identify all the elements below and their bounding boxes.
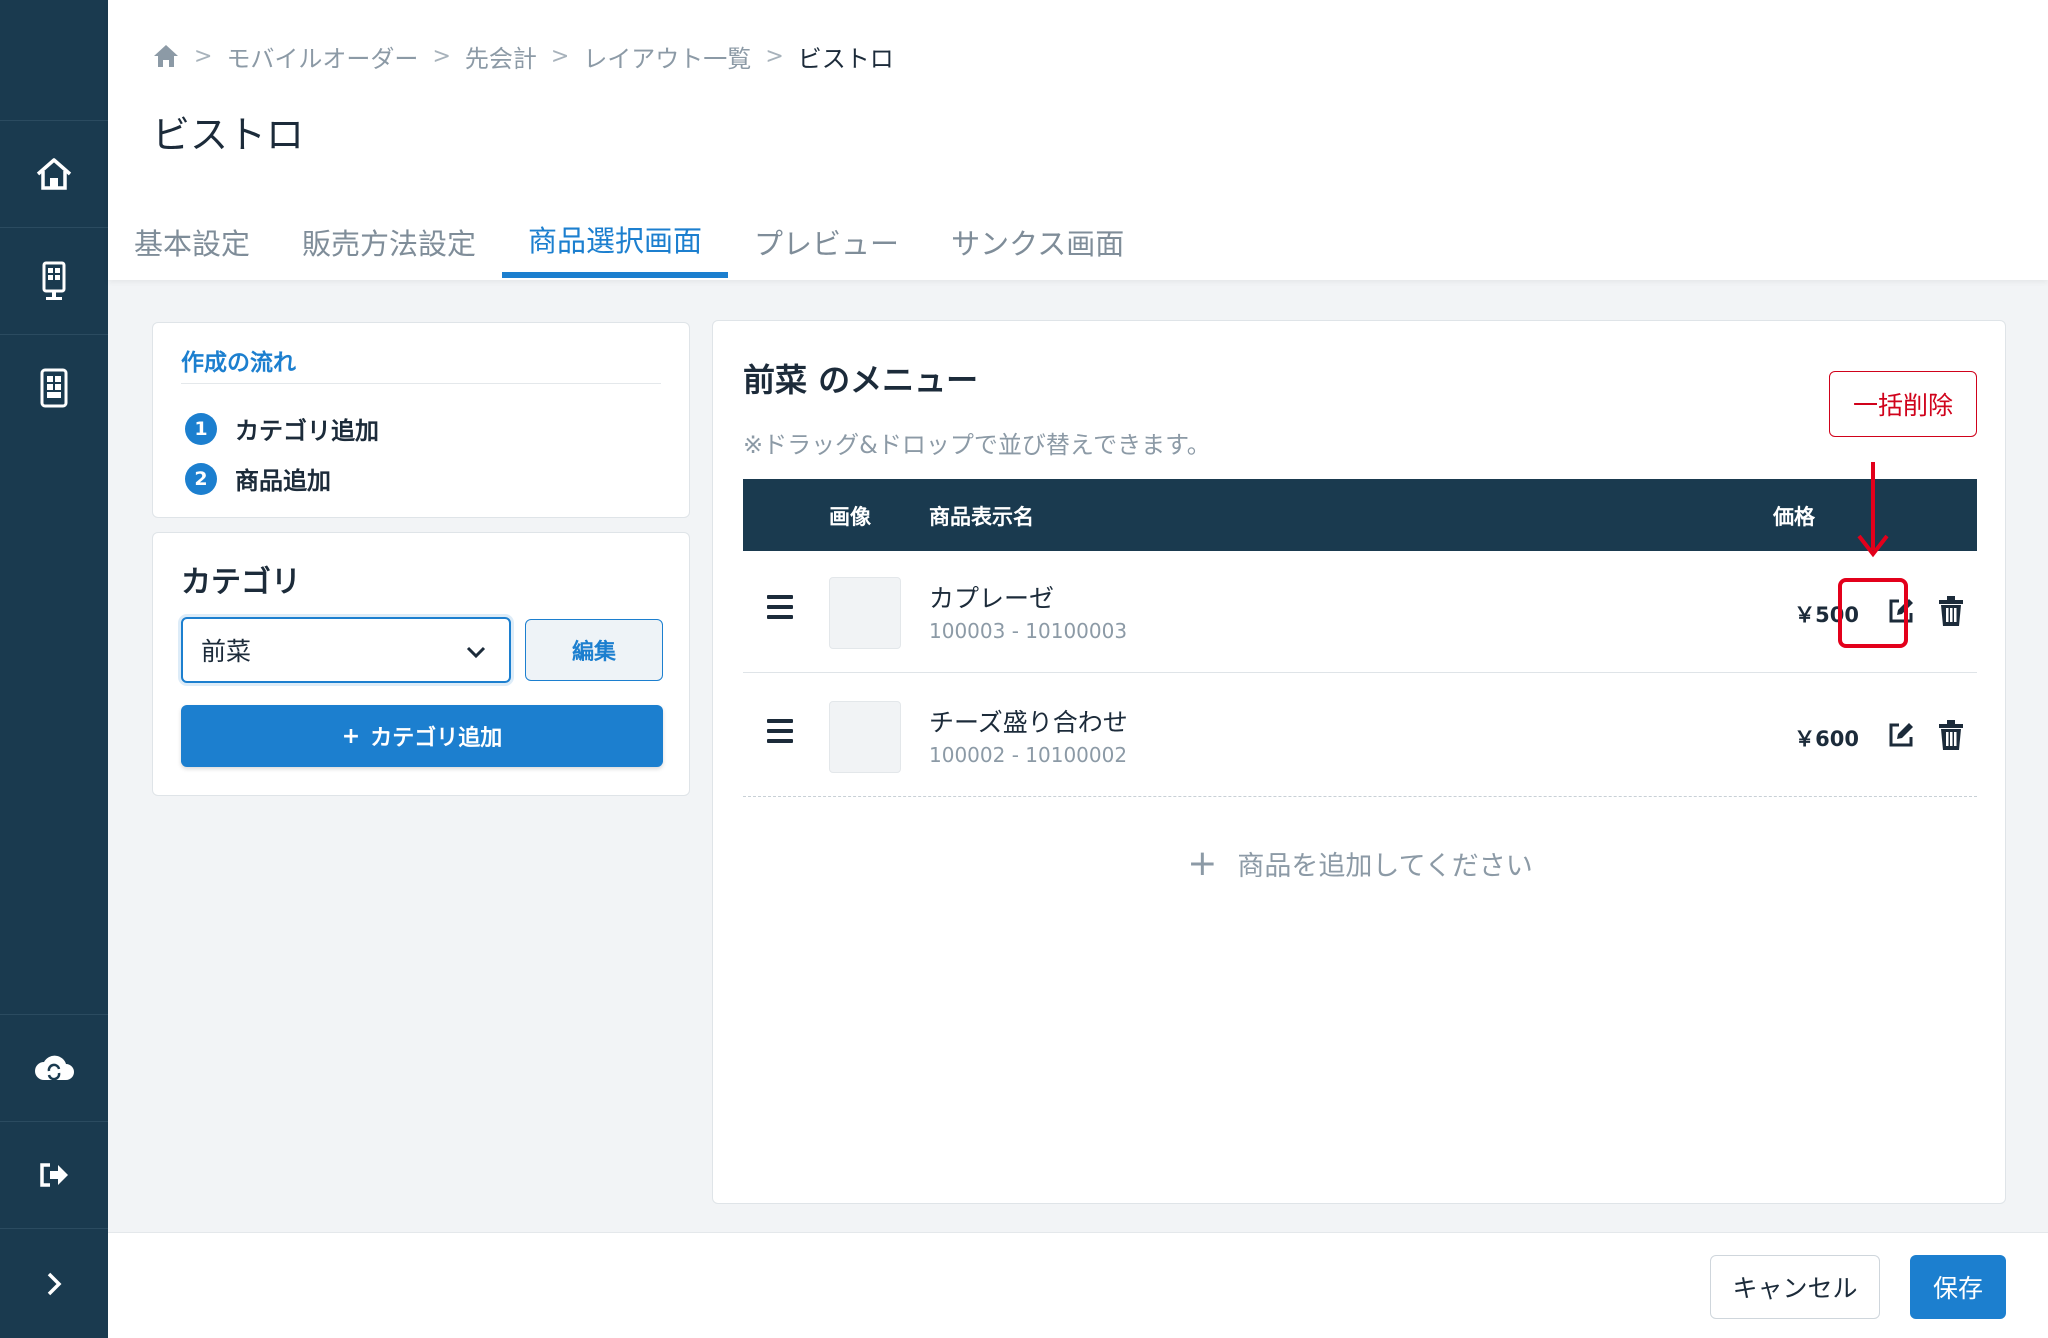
category-card: カテゴリ 前菜 編集 + カテゴリ追加	[152, 532, 690, 796]
home-icon	[36, 157, 72, 190]
category-title: カテゴリ	[181, 565, 301, 600]
trash-icon	[1939, 596, 1963, 626]
table-row: チーズ盛り合わせ 100002 - 10100002 ￥600	[743, 675, 1977, 797]
product-image	[829, 701, 901, 773]
tab-sales-method[interactable]: 販売方法設定	[276, 206, 502, 278]
table-row: カプレーゼ 100003 - 10100003 ￥500	[743, 551, 1977, 673]
creation-flow-card: 作成の流れ 1 カテゴリ追加 2 商品追加	[152, 322, 690, 518]
annotation-arrow-icon	[1857, 462, 1889, 558]
flow-title: 作成の流れ	[181, 350, 296, 376]
kiosk-icon	[42, 261, 66, 300]
product-code: 100003 - 10100003	[929, 619, 1128, 643]
breadcrumb-separator: >	[194, 43, 213, 69]
edit-product-button[interactable]	[1883, 717, 1919, 753]
step-label: カテゴリ追加	[235, 417, 379, 445]
table-header: 画像 商品表示名 価格	[743, 479, 1977, 551]
chevron-right-icon	[47, 1272, 62, 1295]
breadcrumb-item-prepay[interactable]: 先会計	[465, 39, 537, 74]
breadcrumb-separator: >	[550, 43, 570, 69]
cancel-button[interactable]: キャンセル	[1710, 1255, 1880, 1319]
sidebar-item-kiosk[interactable]	[0, 227, 108, 333]
tab-thanks-screen[interactable]: サンクス画面	[925, 206, 1150, 278]
add-product-button[interactable]: + 商品を追加してください	[713, 843, 2007, 884]
annotation-highlight-box	[1838, 578, 1908, 648]
flow-step-1: 1 カテゴリ追加	[185, 411, 379, 446]
tab-preview[interactable]: プレビュー	[728, 206, 925, 278]
step-number: 2	[185, 462, 217, 495]
menu-card: 前菜 のメニュー ※ドラッグ&ドロップで並び替えできます。 一括削除 画像 商品…	[712, 320, 2006, 1204]
product-name: カプレーゼ	[929, 584, 1055, 613]
breadcrumb-current: ビストロ	[797, 44, 894, 73]
bulk-delete-button[interactable]: 一括削除	[1829, 371, 1977, 437]
breadcrumb: > モバイルオーダー > 先会計 > レイアウト一覧 > ビストロ	[152, 38, 894, 74]
sidebar-item-tablet[interactable]	[0, 334, 108, 440]
add-category-label: カテゴリ追加	[370, 726, 503, 751]
delete-product-button[interactable]	[1933, 717, 1969, 753]
chevron-down-icon	[466, 646, 486, 659]
category-select-value: 前菜	[201, 637, 252, 666]
category-edit-button[interactable]: 編集	[525, 619, 663, 681]
cloud-sync-icon	[35, 1055, 74, 1080]
plus-icon: +	[341, 723, 361, 749]
breadcrumb-separator: >	[765, 43, 784, 69]
column-header-name: 商品表示名	[929, 505, 1034, 529]
step-number: 1	[185, 412, 217, 445]
breadcrumb-item-layout-list[interactable]: レイアウト一覧	[583, 39, 751, 74]
column-header-image: 画像	[829, 505, 871, 529]
step-label: 商品追加	[235, 467, 331, 495]
add-product-label: 商品を追加してください	[1237, 851, 1533, 882]
product-image	[829, 577, 901, 649]
flow-step-2: 2 商品追加	[185, 461, 331, 496]
footer-bar: キャンセル 保存	[108, 1232, 2048, 1338]
drag-handle-icon[interactable]	[767, 595, 793, 625]
breadcrumb-separator: >	[432, 43, 451, 69]
tab-bar: 基本設定 販売方法設定 商品選択画面 プレビュー サンクス画面	[108, 206, 1150, 278]
top-header: > モバイルオーダー > 先会計 > レイアウト一覧 > ビストロ ビストロ 基…	[108, 0, 2048, 280]
product-price: ￥600	[1794, 727, 1859, 751]
tablet-icon	[40, 368, 68, 407]
page-title: ビストロ	[152, 113, 305, 157]
sidebar	[0, 0, 108, 1338]
plus-icon: +	[1187, 843, 1218, 884]
tab-basic-settings[interactable]: 基本設定	[108, 206, 276, 278]
delete-product-button[interactable]	[1933, 593, 1969, 629]
sidebar-item-logout[interactable]	[0, 1121, 108, 1227]
sidebar-item-sync[interactable]	[0, 1014, 108, 1120]
breadcrumb-home-icon[interactable]	[152, 42, 180, 70]
product-code: 100002 - 10100002	[929, 743, 1128, 767]
edit-icon	[1889, 723, 1913, 747]
menu-title: 前菜 のメニュー	[743, 361, 979, 399]
logout-icon	[40, 1162, 68, 1187]
divider	[181, 383, 661, 384]
add-category-button[interactable]: + カテゴリ追加	[181, 705, 663, 767]
sidebar-logo-area	[0, 0, 108, 120]
category-select[interactable]: 前菜	[181, 617, 511, 683]
sidebar-expand[interactable]	[0, 1228, 108, 1338]
drag-handle-icon[interactable]	[767, 719, 793, 749]
sidebar-item-home[interactable]	[0, 120, 108, 226]
drag-drop-hint: ※ドラッグ&ドロップで並び替えできます。	[743, 431, 1211, 459]
column-header-price: 価格	[1773, 505, 1815, 529]
save-button[interactable]: 保存	[1910, 1255, 2006, 1319]
trash-icon	[1939, 720, 1963, 750]
breadcrumb-item-mobile-order[interactable]: モバイルオーダー	[226, 39, 418, 74]
product-name: チーズ盛り合わせ	[929, 708, 1128, 737]
tab-product-selection[interactable]: 商品選択画面	[502, 206, 729, 278]
